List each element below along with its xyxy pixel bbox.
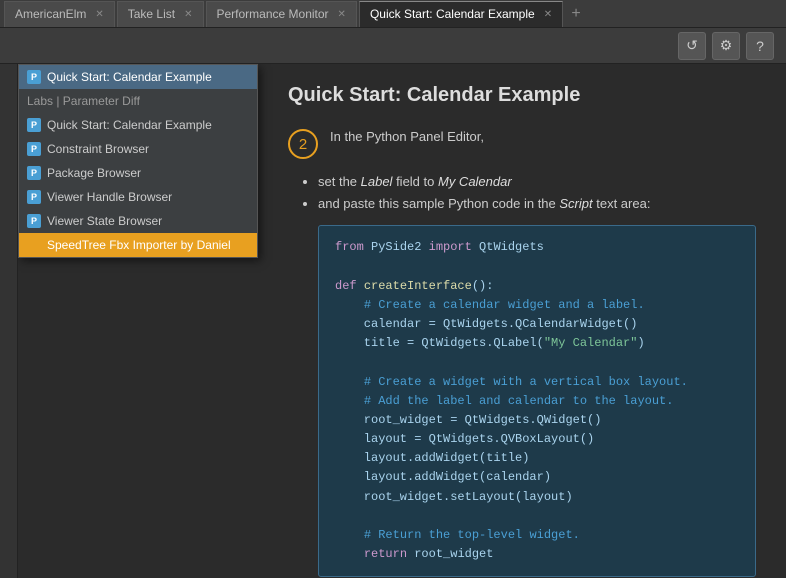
dropdown-item-label: Quick Start: Calendar Example	[47, 118, 212, 132]
left-sidebar	[0, 64, 18, 578]
dropdown-item-label: Constraint Browser	[47, 142, 149, 156]
python-icon: P	[27, 190, 41, 204]
tab-label: AmericanElm	[15, 7, 86, 21]
bullet-item-1: set the Label field to My Calendar	[318, 171, 756, 193]
dropdown-item-label: SpeedTree Fbx Importer by Daniel	[47, 238, 231, 252]
dropdown-menu: P Quick Start: Calendar Example Labs | P…	[18, 64, 258, 258]
dropdown-item-label: Package Browser	[47, 166, 141, 180]
tab-americanelm[interactable]: AmericanElm ✕	[4, 1, 115, 27]
bullet-list: set the Label field to My Calendar and p…	[318, 171, 756, 215]
bullet-item-2: and paste this sample Python code in the…	[318, 193, 756, 215]
top-toolbar: ↺ ⚙ ?	[0, 28, 786, 64]
dropdown-item-speedtree[interactable]: SpeedTree Fbx Importer by Daniel	[19, 233, 257, 257]
python-icon: P	[27, 166, 41, 180]
gear-icon: ⚙	[720, 37, 733, 54]
close-icon[interactable]: ✕	[338, 9, 346, 20]
settings-button[interactable]: ⚙	[712, 32, 740, 60]
python-icon: P	[27, 214, 41, 228]
dropdown-item-constraint[interactable]: P Constraint Browser	[19, 137, 257, 161]
help-button[interactable]: ?	[746, 32, 774, 60]
dropdown-item-label: Viewer Handle Browser	[47, 190, 172, 204]
step2-text: In the Python Panel Editor,	[330, 127, 484, 147]
python-icon: P	[27, 70, 41, 84]
article-title: Quick Start: Calendar Example	[288, 84, 756, 107]
add-tab-button[interactable]: +	[565, 3, 587, 25]
orange-icon	[27, 238, 41, 252]
step2-number: 2	[299, 136, 307, 153]
dropdown-item-viewerhandle[interactable]: P Viewer Handle Browser	[19, 185, 257, 209]
divider-label: Labs | Parameter Diff	[27, 94, 140, 108]
tab-label: Quick Start: Calendar Example	[370, 7, 535, 21]
tab-quickstart[interactable]: Quick Start: Calendar Example ✕	[359, 1, 563, 27]
step2-description: In the Python Panel Editor,	[330, 129, 484, 144]
tab-perfmonitor[interactable]: Performance Monitor ✕	[206, 1, 357, 27]
tab-takelist[interactable]: Take List ✕	[117, 1, 204, 27]
content-area: P Quick Start: Calendar Example Labs | P…	[18, 64, 786, 578]
help-icon: ?	[756, 38, 764, 54]
tab-label: Take List	[128, 7, 175, 21]
dropdown-header[interactable]: P Quick Start: Calendar Example	[19, 65, 257, 89]
python-icon: P	[27, 118, 41, 132]
tab-label: Performance Monitor	[217, 7, 329, 21]
step2-container: 2 In the Python Panel Editor,	[288, 127, 756, 159]
step2-circle: 2	[288, 129, 318, 159]
refresh-button[interactable]: ↺	[678, 32, 706, 60]
dropdown-item-quickstart[interactable]: P Quick Start: Calendar Example	[19, 113, 257, 137]
dropdown-divider: Labs | Parameter Diff	[19, 89, 257, 113]
dropdown-item-viewerstate[interactable]: P Viewer State Browser	[19, 209, 257, 233]
close-icon[interactable]: ✕	[544, 9, 552, 20]
tab-bar: AmericanElm ✕ Take List ✕ Performance Mo…	[0, 0, 786, 28]
python-icon: P	[27, 142, 41, 156]
main-area: P Quick Start: Calendar Example Labs | P…	[0, 64, 786, 578]
dropdown-item-label: Viewer State Browser	[47, 214, 162, 228]
close-icon[interactable]: ✕	[184, 9, 192, 20]
refresh-icon: ↺	[686, 37, 698, 54]
close-icon[interactable]: ✕	[95, 9, 103, 20]
code-block: from PySide2 import QtWidgets def create…	[318, 225, 756, 577]
dropdown-header-label: Quick Start: Calendar Example	[47, 70, 212, 84]
dropdown-item-package[interactable]: P Package Browser	[19, 161, 257, 185]
